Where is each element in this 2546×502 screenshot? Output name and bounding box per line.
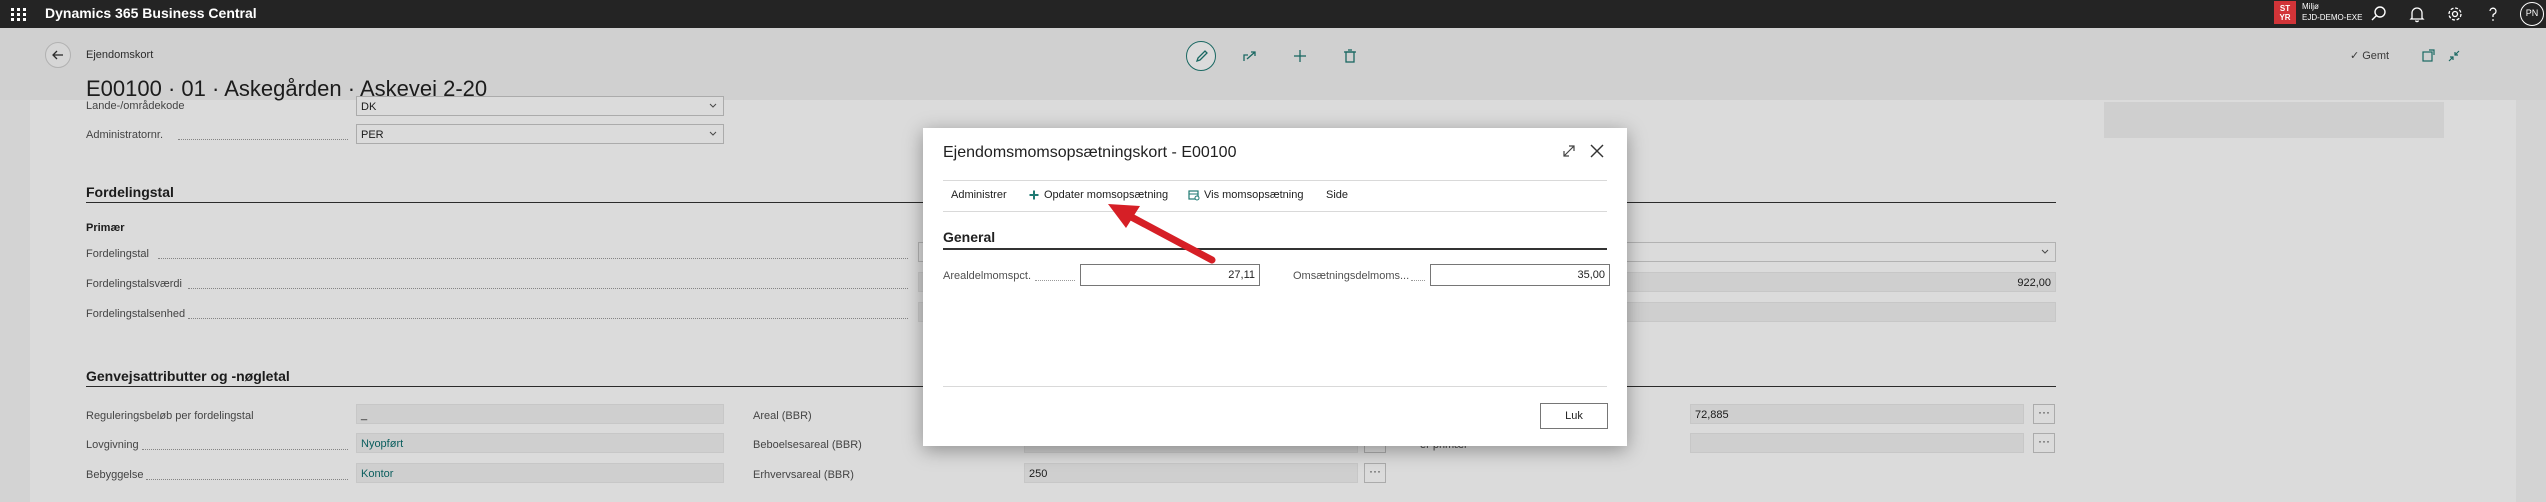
- waffle-icon[interactable]: [10, 5, 28, 23]
- environment-label: Miljø: [2302, 2, 2319, 11]
- app-title[interactable]: Dynamics 365 Business Central: [45, 5, 257, 21]
- environment-badge: ST YR: [2274, 1, 2296, 24]
- annotation-arrow: [1108, 204, 1216, 264]
- dialog-title: Ejendomsmomsopsætningskort - E00100: [943, 144, 1237, 161]
- expand-icon[interactable]: [1559, 141, 1579, 161]
- vat-setup-dialog: Ejendomsmomsopsætningskort - E00100 Admi…: [923, 128, 1627, 446]
- dotted-leader: [1411, 280, 1425, 281]
- general-section-title[interactable]: General: [943, 229, 995, 245]
- omsaetningsdelmoms-label: Omsætningsdelmoms...: [1293, 270, 1410, 282]
- action-administrer-label: Administrer: [951, 189, 1007, 201]
- dialog-footer-divider: [943, 386, 1607, 387]
- action-administrer[interactable]: Administrer: [951, 189, 1007, 201]
- arealdelmomspct-label: Arealdelmomspct.: [943, 270, 1032, 282]
- search-icon[interactable]: [2368, 3, 2390, 25]
- plus-icon: [1029, 190, 1039, 200]
- gear-icon[interactable]: [2444, 3, 2466, 25]
- avatar[interactable]: PN: [2520, 2, 2544, 26]
- omsaetningsdelmoms-input[interactable]: 35,00: [1430, 264, 1610, 286]
- action-side[interactable]: Side: [1326, 189, 1348, 201]
- close-button[interactable]: Luk: [1540, 403, 1608, 429]
- dialog-divider: [943, 180, 1607, 181]
- close-icon[interactable]: [1586, 140, 1608, 162]
- section-divider: [943, 248, 1607, 250]
- environment-info[interactable]: Miljø EJD-DEMO-EXE: [2302, 1, 2362, 23]
- environment-name: EJD-DEMO-EXE: [2302, 13, 2363, 22]
- bell-icon[interactable]: [2406, 3, 2428, 25]
- dotted-leader: [1035, 280, 1075, 281]
- help-icon[interactable]: [2482, 3, 2504, 25]
- action-side-label: Side: [1326, 189, 1349, 201]
- dialog-divider: [943, 211, 1607, 212]
- top-bar: Dynamics 365 Business Central ST YR Miljø…: [0, 0, 2546, 28]
